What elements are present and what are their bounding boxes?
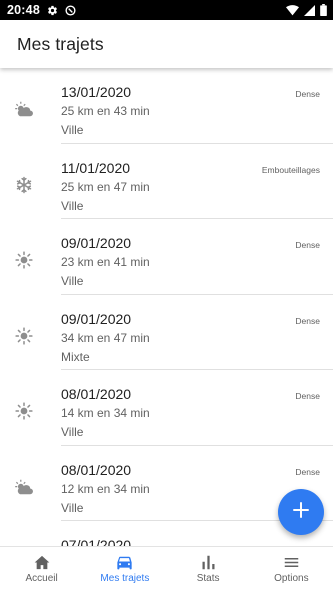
sun-icon	[14, 402, 34, 420]
trip-date: 09/01/2020	[61, 310, 132, 327]
home-icon	[34, 555, 50, 570]
trip-list[interactable]: 13/01/2020 25 km en 43 min Ville Dense 1…	[0, 68, 333, 546]
trip-list-item[interactable]: 09/01/2020 23 km en 41 min Ville Dense	[0, 219, 333, 295]
trip-date: 11/01/2020	[61, 159, 131, 176]
trip-distance: 23 km en 41 min	[61, 255, 150, 269]
trip-date: 08/01/2020	[61, 386, 132, 402]
trip-traffic-label: Embouteillages	[261, 164, 320, 175]
partly-cloudy-icon	[14, 101, 34, 117]
plus-icon	[292, 501, 310, 524]
trip-list-item[interactable]: 08/01/2020 14 km en 34 min Ville Dense	[0, 370, 333, 446]
wifi-icon	[286, 4, 299, 16]
status-bar: 20:48	[0, 0, 333, 20]
status-time: 20:48	[7, 3, 40, 17]
battery-icon	[320, 4, 327, 16]
trip-list-item[interactable]: 09/01/2020 34 km en 47 min Mixte Dense	[0, 295, 333, 370]
nav-item-accueil[interactable]: Accueil	[0, 547, 83, 592]
nav-label: Accueil	[25, 573, 58, 584]
trip-traffic-label: Dense	[295, 391, 320, 401]
trip-type: Ville	[61, 425, 84, 439]
settings-gear-icon	[47, 5, 58, 16]
snowflake-icon	[14, 176, 34, 193]
trip-date: 09/01/2020	[61, 235, 132, 251]
trip-distance: 34 km en 47 min	[61, 330, 150, 345]
trip-distance: 25 km en 43 min	[61, 104, 150, 118]
bottom-navigation: Accueil Mes trajets Stats Options	[0, 546, 333, 592]
status-right	[286, 4, 327, 16]
trip-list-item[interactable]: 13/01/2020 25 km en 43 min Ville Dense	[0, 68, 333, 144]
trip-date: 13/01/2020	[61, 84, 132, 100]
trip-distance: 25 km en 47 min	[61, 179, 150, 194]
trip-type: Mixte	[61, 349, 90, 364]
nav-label: Mes trajets	[100, 573, 150, 584]
trip-traffic-label: Dense	[295, 315, 320, 326]
trip-traffic-label: Dense	[295, 89, 320, 99]
trip-date: 08/01/2020	[61, 461, 132, 478]
nav-label: Options	[274, 573, 309, 584]
add-trip-button[interactable]	[278, 489, 324, 535]
status-left: 20:48	[7, 3, 76, 17]
trip-type: Ville	[61, 198, 84, 213]
trip-list-item[interactable]: 11/01/2020 25 km en 47 min Ville Emboute…	[0, 144, 333, 219]
trip-traffic-label: Dense	[295, 466, 320, 477]
signal-icon	[304, 4, 315, 16]
trip-distance: 12 km en 34 min	[61, 481, 150, 496]
trip-type: Ville	[61, 274, 84, 288]
trip-type: Ville	[61, 123, 84, 137]
trip-type: Ville	[61, 500, 84, 515]
trip-date: 07/01/2020	[61, 537, 132, 546]
car-icon	[116, 555, 133, 570]
trip-traffic-label: Dense	[295, 240, 320, 250]
nav-label: Stats	[196, 573, 220, 584]
sun-icon	[14, 251, 34, 269]
bar-chart-icon	[201, 555, 216, 570]
sun-icon	[14, 326, 34, 345]
partly-cloudy-icon	[14, 479, 34, 495]
trip-distance: 14 km en 34 min	[61, 406, 150, 420]
menu-icon	[284, 555, 299, 570]
app-bar: Mes trajets	[0, 20, 333, 68]
no-disturb-icon	[65, 4, 76, 16]
nav-item-options[interactable]: Options	[250, 547, 333, 592]
nav-item-mes-trajets[interactable]: Mes trajets	[83, 547, 166, 592]
page-title: Mes trajets	[17, 33, 104, 54]
nav-item-stats[interactable]: Stats	[167, 547, 250, 592]
